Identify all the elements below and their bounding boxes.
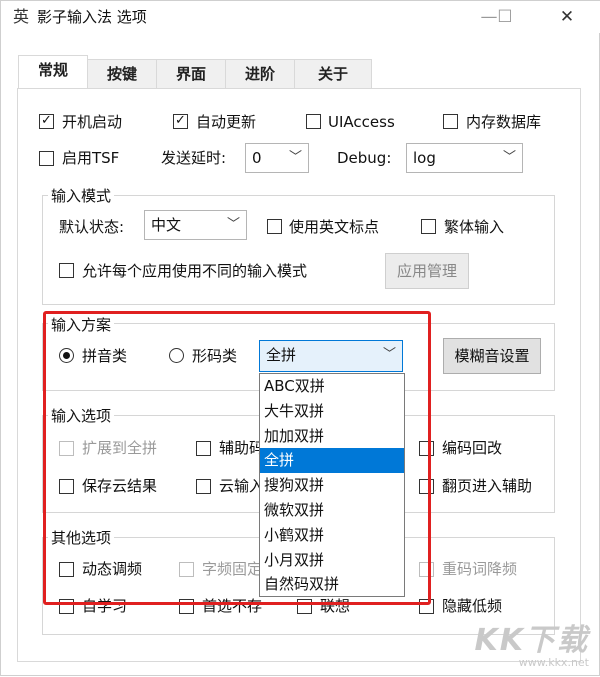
- eng-punct-checkbox[interactable]: [267, 219, 282, 234]
- eng-punct-label: 使用英文标点: [289, 218, 380, 236]
- fuzzy-sound-button[interactable]: 模糊音设置: [443, 338, 541, 374]
- tsf-checkbox[interactable]: [39, 151, 54, 166]
- default-state-label: 默认状态:: [59, 218, 125, 236]
- options-window: 英 影子输入法 选项 — ☐ ✕ 常规 按键 界面 进阶 关于 ✓ 开机启动 ✓…: [0, 0, 600, 676]
- watermark-url: www.kkx.net: [518, 656, 589, 669]
- chevron-down-icon: ﹀: [288, 150, 302, 165]
- per-app-label: 允许每个应用使用不同的输入模式: [82, 262, 308, 280]
- autostart-checkbox[interactable]: ✓: [39, 114, 54, 129]
- memdb-label: 内存数据库: [466, 113, 542, 131]
- debug-select[interactable]: log ﹀: [406, 143, 523, 173]
- dup-code-lower-label: 重码词降频: [442, 560, 518, 578]
- traditional-label: 繁体输入: [444, 218, 505, 236]
- scheme-option[interactable]: 小月双拼: [260, 548, 404, 573]
- general-content: ✓ 开机启动 ✓ 自动更新 UIAccess 内存数据库 启用TSF 发送延时:…: [1, 1, 600, 677]
- per-app-checkbox[interactable]: [59, 263, 74, 278]
- autoupdate-label: 自动更新: [196, 113, 257, 131]
- uiaccess-checkbox[interactable]: [306, 114, 321, 129]
- uiaccess-label: UIAccess: [328, 113, 395, 131]
- scheme-option[interactable]: 大牛双拼: [260, 399, 404, 424]
- debug-label: Debug:: [337, 149, 392, 167]
- input-mode-group: [42, 195, 555, 305]
- memdb-checkbox[interactable]: [443, 114, 458, 129]
- default-state-value: 中文: [151, 216, 182, 234]
- scheme-option-selected[interactable]: 全拼: [260, 448, 404, 474]
- code-backspace-label: 编码回改: [442, 439, 503, 457]
- input-mode-title: 输入模式: [48, 186, 115, 206]
- autostart-label: 开机启动: [62, 113, 123, 131]
- send-delay-label: 发送延时:: [161, 149, 227, 167]
- debug-value: log: [413, 149, 436, 167]
- chevron-down-icon: ﹀: [502, 150, 516, 165]
- traditional-checkbox[interactable]: [421, 219, 436, 234]
- scheme-option[interactable]: 微软双拼: [260, 498, 404, 523]
- autoupdate-checkbox[interactable]: ✓: [173, 114, 188, 129]
- scheme-dropdown-list[interactable]: ABC双拼 大牛双拼 加加双拼 全拼 搜狗双拼 微软双拼 小鹤双拼 小月双拼 自…: [259, 373, 405, 597]
- scheme-option[interactable]: 加加双拼: [260, 424, 404, 449]
- app-manage-button[interactable]: 应用管理: [385, 253, 469, 289]
- watermark-logo: KK下载: [474, 623, 589, 658]
- send-delay-select[interactable]: 0 ﹀: [245, 143, 309, 173]
- default-state-select[interactable]: 中文 ﹀: [144, 210, 247, 240]
- send-delay-value: 0: [252, 149, 262, 167]
- hide-low-freq-label: 隐藏低频: [442, 597, 503, 615]
- scheme-option[interactable]: 搜狗双拼: [260, 473, 404, 498]
- page-aux-label: 翻页进入辅助: [442, 477, 533, 495]
- scheme-option[interactable]: 小鹤双拼: [260, 523, 404, 548]
- scheme-option[interactable]: 自然码双拼: [260, 572, 404, 597]
- scheme-option[interactable]: ABC双拼: [260, 374, 404, 399]
- chevron-down-icon: ﹀: [226, 217, 240, 232]
- watermark: KK下载 www.kkx.net: [475, 625, 590, 669]
- tsf-label: 启用TSF: [62, 149, 120, 167]
